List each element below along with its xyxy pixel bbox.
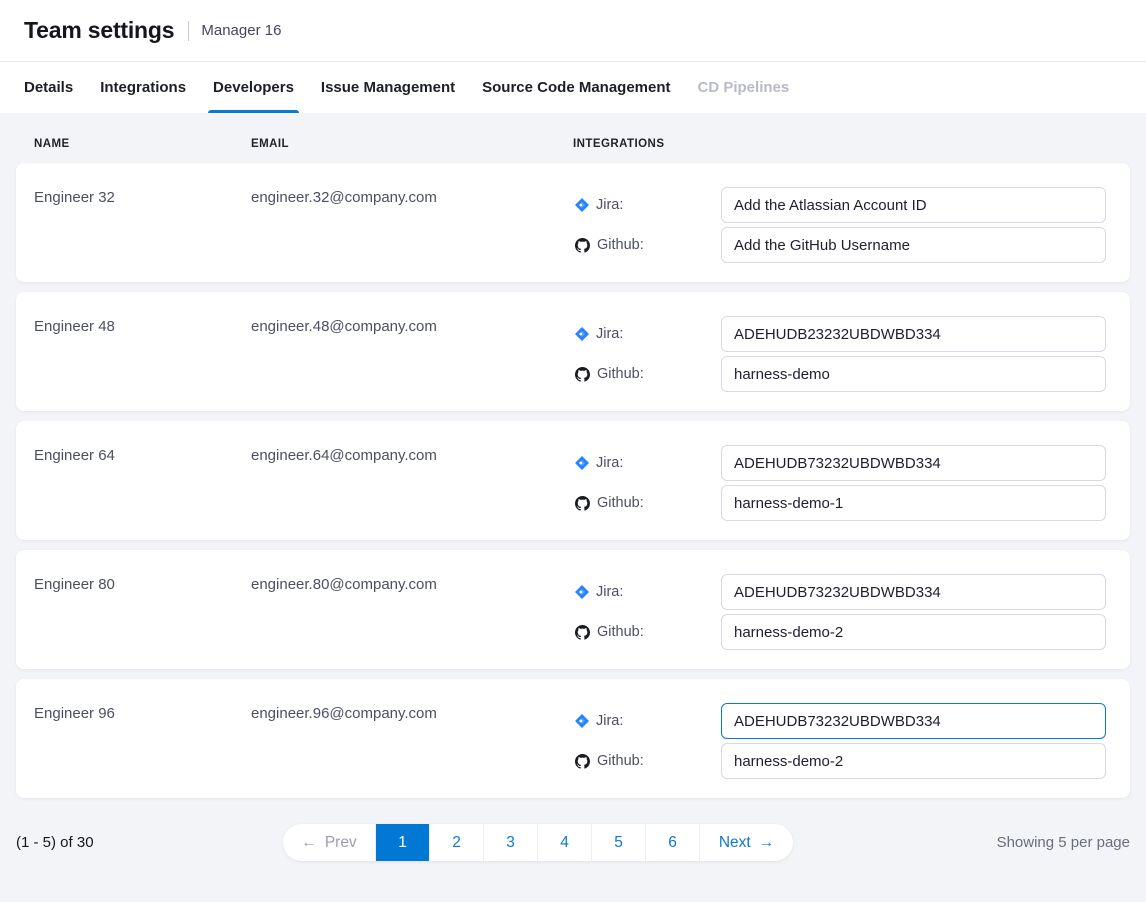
page-button-2[interactable]: 2 [430, 824, 484, 861]
developer-email: engineer.32@company.com [251, 187, 573, 267]
table-header-row: NAME EMAIL INTEGRATIONS [16, 113, 1130, 163]
column-header-integrations: INTEGRATIONS [573, 138, 1106, 150]
github-input[interactable] [721, 227, 1106, 263]
page-header: Team settings Manager 16 [0, 0, 1146, 62]
jira-icon [575, 585, 589, 599]
table-row: Engineer 80 engineer.80@company.com Jira… [16, 550, 1130, 669]
github-input[interactable] [721, 614, 1106, 650]
table-row: Engineer 64 engineer.64@company.com Jira… [16, 421, 1130, 540]
integrations-cell: Jira: Github: [573, 703, 1106, 783]
github-icon [575, 625, 590, 640]
github-label: Github: [573, 753, 721, 769]
github-icon [575, 496, 590, 511]
page-button-4[interactable]: 4 [538, 824, 592, 861]
table-row: Engineer 48 engineer.48@company.com Jira… [16, 292, 1130, 411]
github-icon [575, 367, 590, 382]
jira-label: Jira: [573, 326, 721, 342]
title-divider [188, 21, 189, 41]
github-label: Github: [573, 495, 721, 511]
integrations-cell: Jira: Github: [573, 187, 1106, 267]
jira-input[interactable] [721, 316, 1106, 352]
developers-panel: NAME EMAIL INTEGRATIONS Engineer 32 engi… [0, 113, 1146, 902]
github-icon [575, 754, 590, 769]
jira-label: Jira: [573, 584, 721, 600]
developer-email: engineer.48@company.com [251, 316, 573, 396]
github-label: Github: [573, 624, 721, 640]
page-button-5[interactable]: 5 [592, 824, 646, 861]
next-page-button[interactable]: Next → [700, 824, 793, 861]
per-page-label: Showing 5 per page [997, 834, 1130, 851]
github-input[interactable] [721, 356, 1106, 392]
tab-issue-management[interactable]: Issue Management [321, 62, 455, 113]
developer-name: Engineer 48 [34, 316, 251, 396]
page-title: Team settings [24, 17, 174, 44]
arrow-right-icon: → [759, 834, 775, 852]
jira-icon [575, 327, 589, 341]
jira-input[interactable] [721, 703, 1106, 739]
tab-source-code-management[interactable]: Source Code Management [482, 62, 670, 113]
github-input[interactable] [721, 743, 1106, 779]
developer-name: Engineer 64 [34, 445, 251, 525]
column-header-name: NAME [34, 138, 251, 150]
developer-email: engineer.64@company.com [251, 445, 573, 525]
integrations-cell: Jira: Github: [573, 316, 1106, 396]
jira-input[interactable] [721, 445, 1106, 481]
table-row: Engineer 96 engineer.96@company.com Jira… [16, 679, 1130, 798]
jira-icon [575, 198, 589, 212]
column-header-email: EMAIL [251, 138, 573, 150]
integrations-cell: Jira: Github: [573, 574, 1106, 654]
developer-name: Engineer 96 [34, 703, 251, 783]
developer-email: engineer.96@company.com [251, 703, 573, 783]
jira-label: Jira: [573, 455, 721, 471]
pager: ← Prev 1 2 3 4 5 6 Next → [283, 824, 793, 861]
jira-icon [575, 714, 589, 728]
github-label: Github: [573, 237, 721, 253]
tab-details[interactable]: Details [24, 62, 73, 113]
github-input[interactable] [721, 485, 1106, 521]
table-row: Engineer 32 engineer.32@company.com Jira… [16, 163, 1130, 282]
jira-icon [575, 456, 589, 470]
tab-bar: Details Integrations Developers Issue Ma… [0, 62, 1146, 113]
pagination-range: (1 - 5) of 30 [16, 834, 283, 851]
jira-input[interactable] [721, 187, 1106, 223]
pagination-bar: (1 - 5) of 30 ← Prev 1 2 3 4 5 6 Next → … [16, 824, 1130, 861]
jira-label: Jira: [573, 197, 721, 213]
jira-label: Jira: [573, 713, 721, 729]
github-label: Github: [573, 366, 721, 382]
page-button-6[interactable]: 6 [646, 824, 700, 861]
integrations-cell: Jira: Github: [573, 445, 1106, 525]
github-icon [575, 238, 590, 253]
arrow-left-icon: ← [301, 834, 317, 852]
jira-input[interactable] [721, 574, 1106, 610]
developer-email: engineer.80@company.com [251, 574, 573, 654]
tab-integrations[interactable]: Integrations [100, 62, 186, 113]
prev-page-button[interactable]: ← Prev [283, 824, 376, 861]
tab-developers[interactable]: Developers [213, 62, 294, 113]
developer-name: Engineer 32 [34, 187, 251, 267]
tab-cd-pipelines: CD Pipelines [698, 62, 790, 113]
developer-name: Engineer 80 [34, 574, 251, 654]
page-button-3[interactable]: 3 [484, 824, 538, 861]
page-button-1[interactable]: 1 [376, 824, 430, 861]
page-subtitle: Manager 16 [201, 22, 281, 39]
